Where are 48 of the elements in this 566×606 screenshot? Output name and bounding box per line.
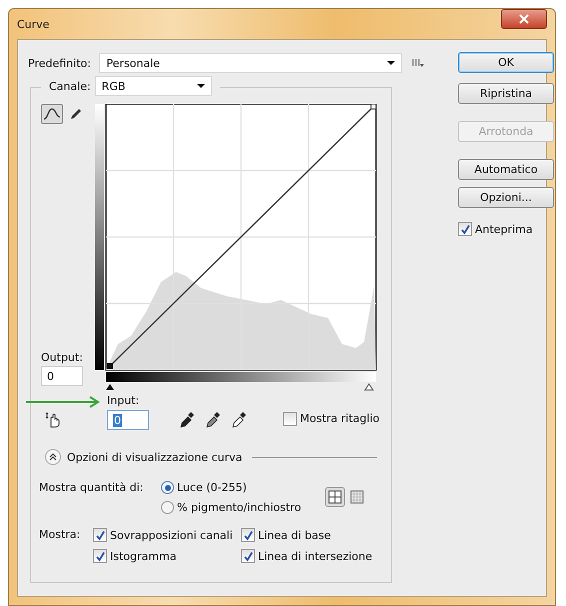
check-icon xyxy=(94,530,106,540)
show-amount-label: Mostra quantità di: xyxy=(39,481,144,494)
checkbox-label[interactable]: Sovrapposizioni canali xyxy=(110,528,233,542)
dialog-button[interactable]: Automatico xyxy=(458,159,554,180)
dialog-button[interactable]: Ripristina xyxy=(458,83,554,104)
checkbox-label[interactable]: Linea di intersezione xyxy=(258,550,372,562)
preset-label: Predefinito: xyxy=(28,56,92,70)
double-chevron-icon xyxy=(49,453,57,461)
input-field[interactable]: 0 xyxy=(107,410,149,430)
preset-menu-icon[interactable] xyxy=(412,58,424,68)
checkbox-label[interactable]: Mostra ritaglio xyxy=(300,412,380,425)
option-checkbox[interactable] xyxy=(93,549,107,563)
channel-dropdown[interactable]: RGB xyxy=(94,76,212,96)
check-icon xyxy=(94,550,106,562)
output-label: Output: xyxy=(41,351,84,364)
option-checkbox[interactable] xyxy=(93,528,107,542)
radio-button[interactable] xyxy=(161,501,174,514)
close-icon xyxy=(519,14,529,24)
preset-dropdown[interactable]: Personale xyxy=(99,53,402,73)
radio-button[interactable] xyxy=(161,481,174,494)
grid-icon[interactable] xyxy=(325,487,345,507)
preview-checkbox[interactable] xyxy=(458,222,472,236)
option-checkbox[interactable] xyxy=(241,528,255,542)
output-field[interactable]: 0 xyxy=(41,366,83,386)
dialog-button[interactable]: Opzioni... xyxy=(458,187,554,208)
eyedropper-icon[interactable] xyxy=(231,411,247,429)
input-label: Input: xyxy=(107,394,140,407)
collapse-toggle[interactable] xyxy=(45,449,61,465)
control-point[interactable] xyxy=(370,104,376,110)
eyedropper-icon[interactable] xyxy=(179,411,195,429)
check-icon xyxy=(460,224,470,234)
show-label: Mostra: xyxy=(39,528,82,541)
eyedropper-icon[interactable] xyxy=(205,411,221,429)
channel-label: Canale: xyxy=(49,80,91,92)
check-icon xyxy=(242,530,254,540)
radio-label[interactable]: % pigmento/inchiostro xyxy=(177,501,302,514)
checkbox-label[interactable]: Istogramma xyxy=(110,550,176,562)
section-title: Opzioni di visualizzazione curva xyxy=(67,450,242,464)
dialog-button[interactable]: OK xyxy=(458,52,554,73)
checkbox-label[interactable]: Linea di base xyxy=(258,528,331,542)
check-icon xyxy=(242,550,254,562)
radio-label[interactable]: Luce (0-255) xyxy=(177,481,247,494)
curve-tool-icon[interactable] xyxy=(41,104,63,124)
option-checkbox[interactable] xyxy=(241,549,255,563)
close-button[interactable] xyxy=(501,9,547,29)
window-title: Curve xyxy=(17,18,50,30)
show-clipping-checkbox[interactable] xyxy=(283,412,297,426)
checkbox-label[interactable]: Anteprima xyxy=(475,222,533,236)
